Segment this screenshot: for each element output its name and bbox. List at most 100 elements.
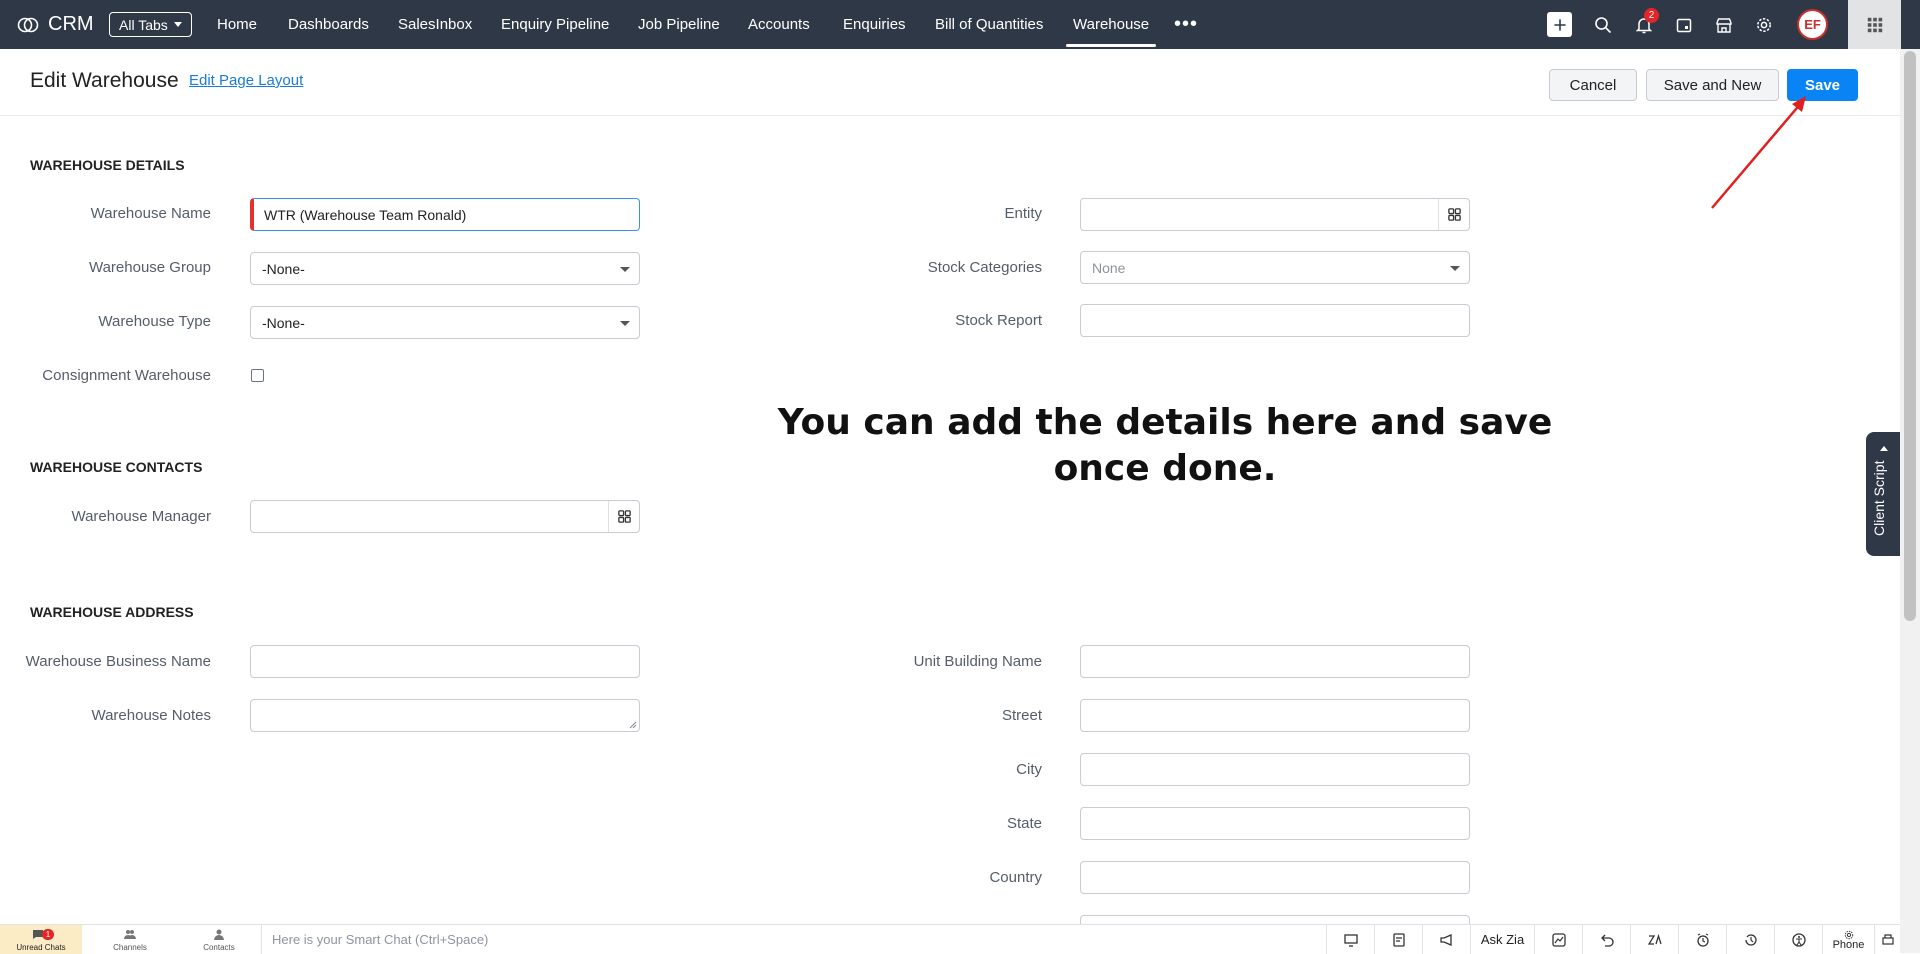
warehouse-group-select[interactable]: -None- bbox=[250, 252, 640, 285]
country-label: Country bbox=[989, 869, 1042, 886]
bottom-tool-7[interactable] bbox=[1678, 925, 1726, 954]
alarm-clock-icon bbox=[1696, 932, 1709, 947]
apps-grid-button[interactable] bbox=[1848, 0, 1901, 49]
bottom-tool-2[interactable] bbox=[1374, 925, 1422, 954]
city-input[interactable] bbox=[1080, 753, 1470, 786]
business-name-label: Warehouse Business Name bbox=[25, 653, 211, 670]
scrollbar-thumb[interactable] bbox=[1904, 51, 1916, 621]
cancel-button[interactable]: Cancel bbox=[1549, 69, 1637, 101]
chevron-up-icon bbox=[1880, 446, 1888, 451]
next-field-input-partial[interactable] bbox=[1080, 915, 1470, 924]
accessibility-icon bbox=[1791, 932, 1806, 947]
create-new-button[interactable] bbox=[1547, 12, 1572, 37]
unread-count-badge: 1 bbox=[42, 929, 54, 940]
stock-categories-label: Stock Categories bbox=[927, 259, 1042, 276]
contacts-button[interactable]: Contacts bbox=[193, 925, 245, 954]
search-icon bbox=[1595, 17, 1612, 34]
edit-page-layout-link[interactable]: Edit Page Layout bbox=[189, 72, 303, 89]
warehouse-notes-textarea[interactable] bbox=[250, 699, 640, 732]
client-script-label: Client Script bbox=[1871, 460, 1887, 536]
warehouse-group-value: -None- bbox=[262, 260, 305, 277]
contacts-label: Contacts bbox=[203, 943, 235, 952]
user-avatar[interactable]: EF bbox=[1797, 9, 1828, 40]
lookup-button[interactable] bbox=[1438, 199, 1469, 230]
warehouse-name-input[interactable]: WTR (Warehouse Team Ronald) bbox=[250, 198, 640, 231]
contacts-icon bbox=[214, 929, 224, 940]
unit-building-input[interactable] bbox=[1080, 645, 1470, 678]
grid-icon bbox=[1867, 17, 1882, 32]
channels-label: Channels bbox=[113, 943, 147, 952]
warehouse-type-select[interactable]: -None- bbox=[250, 306, 640, 339]
lookup-button[interactable] bbox=[608, 501, 639, 532]
phone-button[interactable]: Phone bbox=[1822, 925, 1874, 954]
bottom-tool-10[interactable] bbox=[1874, 925, 1900, 954]
phone-label: Phone bbox=[1832, 938, 1865, 951]
gear-icon bbox=[1757, 18, 1771, 32]
store-icon bbox=[1716, 18, 1732, 33]
bottom-tool-4[interactable] bbox=[1534, 925, 1582, 954]
resize-grip-icon[interactable] bbox=[627, 719, 637, 729]
nav-tab-home[interactable]: Home bbox=[217, 0, 257, 49]
bottom-tool-9[interactable] bbox=[1774, 925, 1822, 954]
nav-tab-enquiries[interactable]: Enquiries bbox=[843, 0, 906, 49]
search-button[interactable] bbox=[1590, 12, 1616, 38]
entity-lookup-input[interactable] bbox=[1080, 198, 1470, 231]
stock-categories-value: None bbox=[1092, 259, 1126, 276]
consignment-warehouse-checkbox[interactable] bbox=[251, 369, 264, 382]
lookup-grid-icon bbox=[1447, 208, 1461, 221]
client-script-tab[interactable]: Client Script bbox=[1866, 432, 1902, 556]
city-label: City bbox=[1016, 761, 1042, 778]
zia-icon bbox=[1647, 933, 1662, 945]
street-input[interactable] bbox=[1080, 699, 1470, 732]
nav-tab-warehouse[interactable]: Warehouse bbox=[1065, 0, 1157, 49]
nav-tab-accounts[interactable]: Accounts bbox=[748, 0, 810, 49]
consignment-warehouse-label: Consignment Warehouse bbox=[42, 367, 211, 384]
bottom-tool-1[interactable] bbox=[1326, 925, 1374, 954]
nav-tab-dashboards[interactable]: Dashboards bbox=[288, 0, 369, 49]
more-tabs-icon[interactable]: ••• bbox=[1174, 0, 1198, 49]
all-tabs-label: All Tabs bbox=[119, 16, 168, 33]
bottom-tool-5[interactable] bbox=[1582, 925, 1630, 954]
bottom-tool-8[interactable] bbox=[1726, 925, 1774, 954]
all-tabs-dropdown[interactable]: All Tabs bbox=[109, 12, 192, 37]
annotation-arrow bbox=[1711, 96, 1806, 209]
calendar-button[interactable] bbox=[1671, 12, 1697, 38]
section-heading-contacts: WAREHOUSE CONTACTS bbox=[30, 459, 203, 475]
chevron-down-icon bbox=[1450, 266, 1460, 271]
unread-chats-button[interactable]: 1 Unread Chats bbox=[0, 925, 82, 954]
stock-report-input[interactable] bbox=[1080, 304, 1470, 337]
analytics-icon bbox=[1551, 932, 1566, 947]
app-name: CRM bbox=[48, 13, 94, 35]
warehouse-type-label: Warehouse Type bbox=[98, 313, 211, 330]
crm-logo[interactable]: CRM bbox=[16, 0, 94, 49]
nav-tab-enquiry-pipeline[interactable]: Enquiry Pipeline bbox=[501, 0, 609, 49]
page-scrollbar[interactable] bbox=[1900, 49, 1920, 953]
state-input[interactable] bbox=[1080, 807, 1470, 840]
page-title: Edit Warehouse bbox=[30, 69, 179, 92]
unit-building-label: Unit Building Name bbox=[913, 653, 1042, 670]
unread-chats-label: Unread Chats bbox=[16, 943, 66, 952]
chevron-down-icon bbox=[173, 22, 182, 27]
notification-badge: 2 bbox=[1644, 8, 1659, 23]
channels-button[interactable]: Channels bbox=[104, 925, 156, 954]
nav-tab-salesinbox[interactable]: SalesInbox bbox=[398, 0, 472, 49]
settings-button[interactable] bbox=[1751, 12, 1777, 38]
chevron-down-icon bbox=[620, 321, 630, 326]
entity-label: Entity bbox=[1004, 205, 1042, 222]
warehouse-manager-lookup-input[interactable] bbox=[250, 500, 640, 533]
channels-icon bbox=[124, 930, 136, 939]
smart-chat-input[interactable]: Here is your Smart Chat (Ctrl+Space) bbox=[261, 925, 1326, 954]
nav-tab-bill-of-quantities[interactable]: Bill of Quantities bbox=[935, 0, 1043, 49]
nav-tab-job-pipeline[interactable]: Job Pipeline bbox=[638, 0, 720, 49]
stock-categories-select[interactable]: None bbox=[1080, 251, 1470, 284]
bottom-tool-6[interactable] bbox=[1630, 925, 1678, 954]
country-input[interactable] bbox=[1080, 861, 1470, 894]
marketplace-button[interactable] bbox=[1711, 12, 1737, 38]
bottom-tool-3[interactable] bbox=[1422, 925, 1470, 954]
business-name-input[interactable] bbox=[250, 645, 640, 678]
top-navigation: CRM All Tabs Home Dashboards SalesInbox … bbox=[0, 0, 1920, 49]
stock-report-label: Stock Report bbox=[955, 312, 1042, 329]
section-heading-address: WAREHOUSE ADDRESS bbox=[30, 604, 194, 620]
ask-zia-button[interactable]: Ask Zia bbox=[1470, 925, 1534, 954]
undo-icon bbox=[1600, 934, 1614, 947]
